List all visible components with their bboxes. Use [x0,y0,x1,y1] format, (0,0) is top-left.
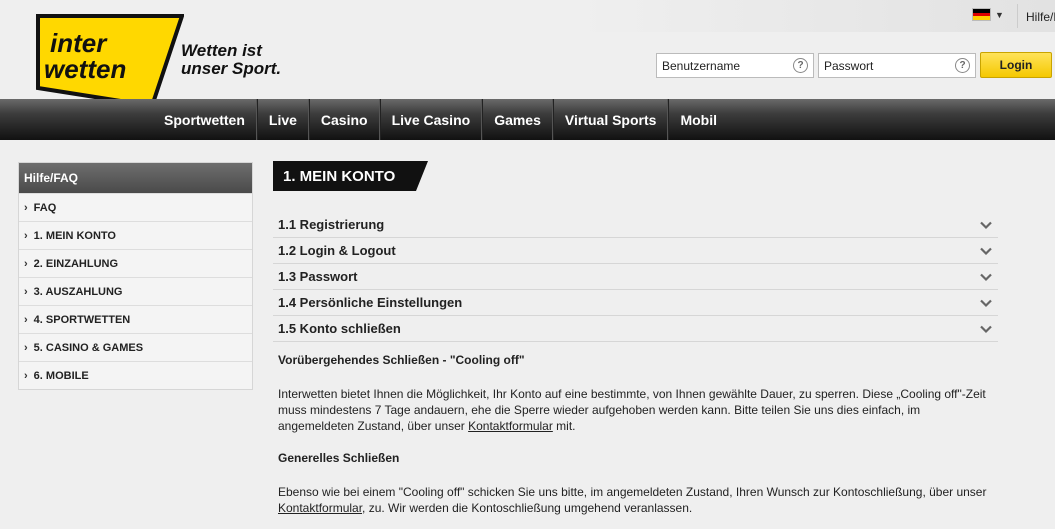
german-flag-icon [972,8,991,21]
accordion-item-registrierung[interactable]: 1.1 Registrierung [273,212,998,238]
slogan-line1: Wetten ist [181,41,262,60]
accordion-item-login-logout[interactable]: 1.2 Login & Logout [273,238,998,264]
password-field-wrapper: ? [818,53,976,78]
accordion-item-label: 1.1 Registrierung [278,217,385,232]
slogan-line2: unser Sport. [181,59,282,78]
help-sidebar: Hilfe/FAQ › FAQ › 1. MEIN KONTO › 2. EINZAH… [18,162,253,390]
accordion-content: Vorübergehendes Schließen - "Cooling off… [278,352,990,516]
accordion-item-passwort[interactable]: 1.3 Passwort [273,264,998,290]
sidebar-item-label: 5. CASINO & GAMES [33,341,144,354]
general-close-text: Ebenso wie bei einem "Cooling off" schic… [278,484,990,516]
chevron-down-icon [980,271,992,283]
cooling-off-heading: Vorübergehendes Schließen - "Cooling off… [278,353,525,367]
sidebar-item-label: 6. MOBILE [33,369,89,382]
interwetten-logo[interactable]: inter wetten [36,14,184,108]
accordion-item-label: 1.2 Login & Logout [278,243,396,258]
sidebar-item-sportwetten[interactable]: › 4. SPORTWETTEN [19,305,252,333]
language-selector[interactable]: ▼ [972,8,1004,21]
sidebar-item-label: 2. EINZAHLUNG [33,257,119,270]
sidebar-item-einzahlung[interactable]: › 2. EINZAHLUNG [19,249,252,277]
nav-item-virtual-sports[interactable]: Virtual Sports [552,99,669,140]
slogan: Wetten ist unser Sport. [181,42,281,78]
chevron-down-icon [980,323,992,335]
sidebar-item-label: 1. MEIN KONTO [33,229,116,242]
chevron-right-icon: › [24,285,28,298]
top-divider [1017,4,1018,28]
nav-item-mobil[interactable]: Mobil [668,99,728,140]
sidebar-title: Hilfe/FAQ [19,163,252,193]
help-link[interactable]: Hilfe/FAQ [1026,10,1055,24]
nav-item-sportwetten[interactable]: Sportwetten [153,99,257,140]
contact-form-link-2[interactable]: Kontaktformular [278,501,362,515]
general-close-text-end: , zu. Wir werden die Kontoschließung umg… [362,501,693,515]
password-input[interactable] [824,58,949,73]
general-close-heading: Generelles Schließen [278,451,400,465]
chevron-right-icon: › [24,369,28,382]
accordion-item-label: 1.5 Konto schließen [278,321,401,336]
general-close-text-part: Ebenso wie bei einem "Cooling off" schic… [278,485,987,499]
cooling-off-text-end: mit. [552,419,576,433]
sidebar-item-mobile[interactable]: › 6. MOBILE [19,361,252,389]
chevron-right-icon: › [24,313,28,326]
section-title-wrapper: 1. MEIN KONTO [273,161,428,191]
logo-text-line2: wetten [44,54,126,84]
accordion-item-persoenliche-einstellungen[interactable]: 1.4 Persönliche Einstellungen [273,290,998,316]
sidebar-item-label: 3. AUSZAHLUNG [33,285,123,298]
accordion-item-konto-schliessen[interactable]: 1.5 Konto schließen [273,316,998,342]
main-nav: Sportwetten Live Casino Live Casino Game… [0,99,1055,140]
chevron-right-icon: › [24,229,28,242]
username-input[interactable] [662,58,787,73]
chevron-right-icon: › [24,201,28,214]
nav-item-casino[interactable]: Casino [308,99,380,140]
cooling-off-text-part: Interwetten bietet Ihnen die Möglichkeit… [278,387,986,433]
cooling-off-text: Interwetten bietet Ihnen die Möglichkeit… [278,386,990,434]
nav-item-live[interactable]: Live [256,99,309,140]
sidebar-item-label: FAQ [33,201,57,214]
password-help-icon[interactable]: ? [955,58,970,73]
sidebar-item-casino-games[interactable]: › 5. CASINO & GAMES [19,333,252,361]
nav-item-live-casino[interactable]: Live Casino [379,99,483,140]
login-button[interactable]: Login [980,52,1052,78]
chevron-down-icon [980,297,992,309]
contact-form-link[interactable]: Kontaktformular [468,419,553,433]
sidebar-item-auszahlung[interactable]: › 3. AUSZAHLUNG [19,277,252,305]
sidebar-item-mein-konto[interactable]: › 1. MEIN KONTO [19,221,252,249]
accordion-item-label: 1.3 Passwort [278,269,358,284]
chevron-down-icon [980,245,992,257]
chevron-right-icon: › [24,341,28,354]
accordion: 1.1 Registrierung 1.2 Login & Logout 1.3… [273,212,998,342]
sidebar-item-label: 4. SPORTWETTEN [33,313,131,326]
chevron-down-icon [980,219,992,231]
section-title: 1. MEIN KONTO [273,161,428,191]
accordion-item-label: 1.4 Persönliche Einstellungen [278,295,463,310]
chevron-right-icon: › [24,257,28,270]
chevron-down-icon: ▼ [995,9,1004,20]
username-field-wrapper: ? [656,53,814,78]
nav-item-games[interactable]: Games [482,99,553,140]
username-help-icon[interactable]: ? [793,58,808,73]
sidebar-item-faq[interactable]: › FAQ [19,193,252,221]
